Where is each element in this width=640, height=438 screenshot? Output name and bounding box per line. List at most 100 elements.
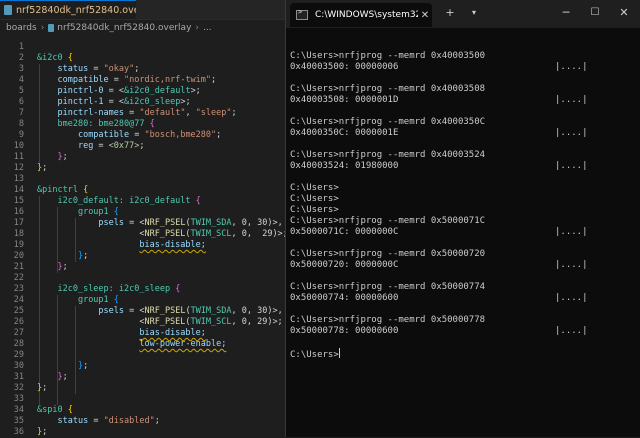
terminal-line-text: C:\Users> [290,205,339,215]
code-line: bias-disable; [139,240,206,250]
breadcrumb-symbol[interactable]: ... [203,23,212,33]
line-number: 24 [13,295,24,305]
code-line: }; [77,251,89,261]
code-area[interactable]: &i2c0 { status = "okay"; compatible = "n… [37,42,288,438]
new-tab-plus-icon[interactable]: + [444,6,456,20]
line-number: 1 [18,42,24,52]
maximize-icon[interactable]: ☐ [588,6,602,20]
breadcrumb-boards[interactable]: boards [6,23,37,33]
terminal-line-text: C:\Users>nrfjprog --memrd 0x40003524 [290,150,486,160]
line-number: 19 [13,240,24,250]
memory-ascii: |....| [555,293,588,303]
code-line: <NRF_PSEL(TWIM_SCL, 0, 29)>; [37,229,288,239]
close-tab-icon[interactable]: ✕ [418,10,432,21]
terminal-line-text: C:\Users> [290,183,339,193]
terminal-line-text: C:\Users>nrfjprog --memrd 0x50000774 [290,282,486,292]
terminal-line-text: C:\Users>nrfjprog --memrd 0x50000720 [290,249,486,259]
line-number: 33 [13,394,24,404]
code-line: low-power-enable; [139,339,227,349]
code-line: psels = <NRF_PSEL(TWIM_SDA, 0, 30)>, [98,218,283,228]
line-number: 5 [18,86,24,96]
editor-tab-label: nrf52840dk_nrf52840.overlay 3, U [16,4,136,16]
code-line: pinctrl-0 = <&i2c0_default>; [57,86,201,96]
line-number: 13 [13,174,24,184]
code-line: compatible = "nordic,nrf-twim"; [57,75,217,85]
code-line: }; [37,427,48,437]
code-line: psels = <NRF_PSEL(TWIM_SDA, 0, 30)>, [98,306,283,316]
code-line: group1 { [77,295,119,305]
terminal-line: C:\Users>nrfjprog --memrd 0x50000774 [290,282,636,293]
breadcrumb-file[interactable]: nrf52840dk_nrf52840.overlay [57,23,191,33]
terminal-line: C:\Users>nrfjprog --memrd 0x40003524 [290,150,636,161]
line-number: 4 [18,75,24,85]
terminal-line: C:\Users> [290,205,636,216]
terminal-line-text: 0x5000071C: 0000000C [290,227,399,237]
editor-tab-overlay-file[interactable]: nrf52840dk_nrf52840.overlay 3, U [0,0,136,19]
terminal-line-text: 0x50000778: 00000600 [290,326,399,336]
memory-ascii: |....| [555,128,588,138]
cmd-icon [296,8,308,20]
code-line: compatible = "bosch,bme280"; [77,130,222,140]
memory-ascii: |....| [555,260,588,270]
terminal-window[interactable]: C:\WINDOWS\system32\cmd. ✕ + ▾ ─ ☐ ✕ C:\… [285,0,640,437]
chevron-right-icon: › [40,22,45,33]
terminal-line: C:\Users>nrfjprog --memrd 0x50000778 [290,315,636,326]
line-number: 9 [18,130,24,140]
code-line: i2c0_default: i2c0_default { [57,196,201,206]
memory-ascii: |....| [555,227,588,237]
terminal-line: C:\Users>nrfjprog --memrd 0x4000350C [290,117,636,128]
line-number: 28 [13,339,24,349]
terminal-line-text: 0x4000350C: 0000001E [290,128,399,138]
terminal-line-text: C:\Users>nrfjprog --memrd 0x40003500 [290,51,486,61]
terminal-line-text: C:\Users> [290,194,339,204]
line-number: 22 [13,273,24,283]
chevron-right-icon: › [195,22,200,33]
minimize-icon[interactable]: ─ [559,6,573,20]
chevron-down-icon[interactable]: ▾ [468,6,480,20]
terminal-line-text: C:\Users>nrfjprog --memrd 0x5000071C [290,216,486,226]
line-number: 20 [13,251,24,261]
line-number: 17 [13,218,24,228]
file-icon [4,5,12,15]
code-line: &spi0 { [37,405,73,415]
terminal-tab[interactable]: C:\WINDOWS\system32\cmd. ✕ [290,3,432,27]
line-number-gutter: 1 2 3 4 5 6 7 8 9 10 11 12 13 14 15 16 17 18 19 20 21 22 23 24 2… [0,42,30,438]
code-line: &i2c0 { [37,53,73,63]
line-number: 27 [13,328,24,338]
line-number: 2 [18,53,24,63]
code-line: &pinctrl { [37,185,89,195]
line-number: 31 [13,372,24,382]
memory-ascii: |....| [555,161,588,171]
terminal-line: C:\Users> [290,183,636,194]
close-window-icon[interactable]: ✕ [617,6,631,20]
terminal-line-text: 0x40003508: 0000001D [290,95,399,105]
text-cursor [338,348,340,358]
line-number: 12 [13,163,24,173]
terminal-line-text: 0x40003500: 00000006 [290,62,399,72]
line-number: 7 [18,108,24,118]
code-line: }; [77,361,89,371]
terminal-output[interactable]: C:\Users>nrfjprog --memrd 0x40003500 0x40… [290,40,636,360]
terminal-line: C:\Users>nrfjprog --memrd 0x40003508 [290,84,636,95]
terminal-line: 0x40003508: 0000001D |....| [290,95,636,106]
terminal-line: 0x50000778: 00000600 |....| [290,326,636,337]
code-line: }; [57,372,68,382]
terminal-line: C:\Users> [290,194,636,205]
line-number: 18 [13,229,24,239]
line-number: 8 [18,119,24,129]
terminal-titlebar[interactable]: C:\WINDOWS\system32\cmd. ✕ + ▾ ─ ☐ ✕ [286,0,640,28]
code-line: group1 { [77,207,119,217]
code-line: <NRF_PSEL(TWIM_SCL, 0, 29)>; [37,317,283,327]
terminal-line: 0x50000720: 0000000C |....| [290,260,636,271]
code-line: bme280: bme280@77 { [57,119,155,129]
line-number: 6 [18,97,24,107]
